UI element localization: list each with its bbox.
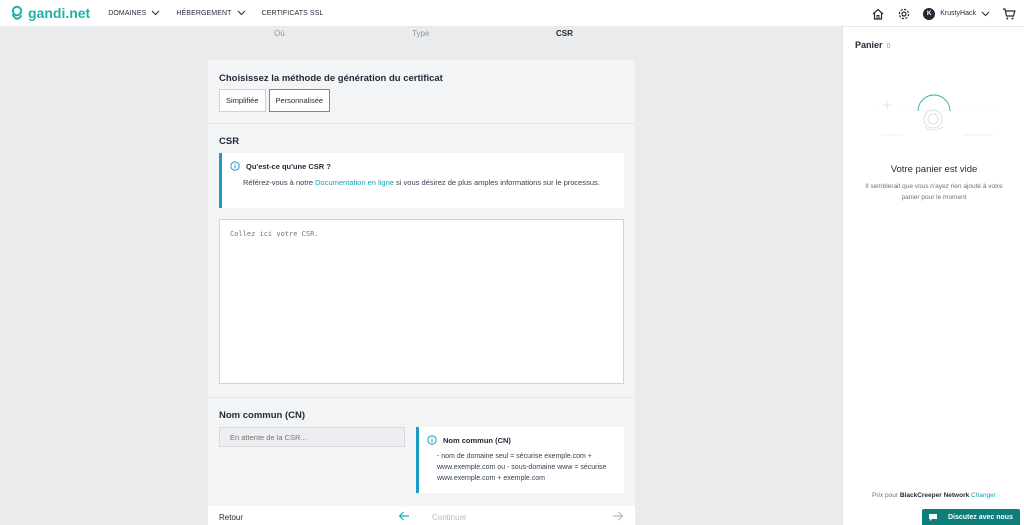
user-menu[interactable]: K KrustyHack (923, 7, 990, 20)
divider (208, 123, 635, 124)
nav-domaines[interactable]: DOMAINES (108, 10, 160, 17)
cn-info-text: - nom de domaine seul = sécurise exemple… (437, 453, 607, 482)
price-prefix: Prix pour (872, 492, 900, 499)
csr-title: CSR (219, 136, 240, 147)
method-title: Choisissez la méthode de génération du c… (219, 73, 443, 84)
csr-info-prefix: Référez-vous à notre (243, 178, 316, 187)
gear-icon[interactable] (897, 7, 911, 21)
back-button[interactable]: Retour (219, 513, 243, 522)
nav-hebergement[interactable]: HÉBERGEMENT (176, 10, 245, 17)
home-icon[interactable] (871, 7, 885, 21)
cart-title: Panier 0 (855, 40, 890, 50)
arrow-right-icon[interactable] (612, 510, 624, 522)
info-icon (230, 161, 240, 171)
username: KrustyHack (940, 10, 976, 17)
form-footer: Retour Continuer (208, 506, 635, 525)
step-type[interactable]: Type (412, 29, 429, 38)
step-csr: CSR (556, 29, 573, 38)
csr-info-title: Qu'est-ce qu'une CSR ? (246, 161, 331, 171)
progress-steps: Où Type CSR (0, 28, 842, 40)
cart-count: 0 (886, 43, 891, 50)
cn-input[interactable] (219, 427, 405, 447)
chat-bubble-icon (929, 513, 937, 521)
nav-hebergement-label: HÉBERGEMENT (176, 9, 232, 17)
price-context: Prix pour BlackCreeper Network Changer (843, 492, 1024, 499)
step-ou[interactable]: Où (274, 29, 285, 38)
cn-title: Nom commun (CN) (219, 410, 306, 421)
chevron-down-icon (237, 10, 245, 16)
cn-info-box: Nom commun (CN) - nom de domaine seul = … (416, 427, 624, 493)
method-selector: Simplifiée Personnalisée (219, 89, 331, 112)
gandi-logo[interactable]: gandi.net (10, 5, 90, 22)
chevron-down-icon (152, 10, 160, 16)
cart-title-text: Panier (855, 40, 883, 50)
empty-cart-subtitle: Il semblerait que vous n'ayez rien ajout… (865, 183, 1003, 201)
main-nav: DOMAINES HÉBERGEMENT CERTIFICATS SSL (108, 10, 339, 17)
chat-button[interactable]: Discutez avec nous (922, 509, 1020, 525)
gandi-logo-icon (11, 5, 23, 20)
chevron-down-icon (981, 11, 990, 16)
nav-certificats-ssl[interactable]: CERTIFICATS SSL (262, 10, 324, 17)
empty-cart-title: Votre panier est vide (890, 164, 978, 175)
method-personnalisee-button[interactable]: Personnalisée (268, 89, 331, 112)
continue-button[interactable]: Continuer (432, 513, 467, 522)
csr-info-suffix: si vous désirez de plus amples informati… (393, 178, 600, 187)
method-simplifiee-button[interactable]: Simplifiée (219, 89, 266, 112)
logo-text: gandi.net (28, 5, 91, 21)
divider (208, 397, 635, 398)
csr-info-text: Référez-vous à notre Documentation en li… (230, 177, 614, 188)
avatar: K (923, 7, 936, 20)
change-org-link[interactable]: Changer (971, 492, 996, 499)
cn-info-header: Nom commun (CN) (427, 435, 614, 445)
cn-info-title: Nom commun (CN) (443, 435, 511, 445)
csr-info-box: Qu'est-ce qu'une CSR ? Référez-vous à no… (219, 153, 624, 208)
nav-certificats-label: CERTIFICATS SSL (261, 9, 324, 17)
nav-domaines-label: DOMAINES (108, 9, 147, 17)
cart-panel: Panier 0 Votre panier est vide Il sembler… (842, 27, 1024, 525)
arrow-left-icon[interactable] (398, 510, 410, 522)
empty-cart-illustration (875, 94, 1001, 136)
csr-textarea[interactable] (219, 219, 624, 384)
documentation-link[interactable]: Documentation en ligne (315, 178, 394, 187)
certificate-form-card: Choisissez la méthode de génération du c… (208, 60, 635, 525)
organization-name: BlackCreeper Network (899, 492, 970, 499)
info-icon (427, 435, 437, 445)
top-navbar: gandi.net DOMAINES HÉBERGEMENT CERTIFICA… (0, 0, 1024, 27)
chat-label: Discutez avec nous (948, 513, 1013, 521)
csr-info-header: Qu'est-ce qu'une CSR ? (230, 161, 614, 171)
top-right-actions: K KrustyHack (859, 0, 1016, 27)
cart-icon[interactable] (1002, 7, 1016, 21)
